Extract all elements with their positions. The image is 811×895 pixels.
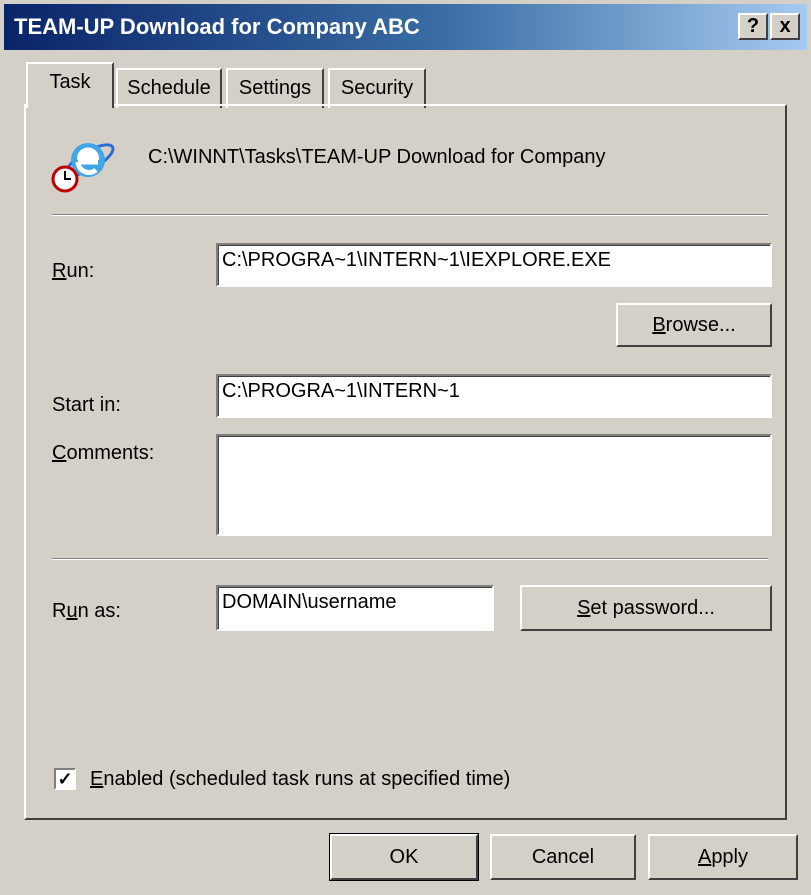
run-as-field[interactable]: DOMAIN\username [216, 585, 494, 631]
enabled-label-key: E [90, 768, 104, 790]
separator-bottom [52, 558, 768, 560]
task-properties-dialog: TEAM-UP Download for Company ABC ? x Tas… [0, 0, 811, 895]
browse-label-rest: rowse... [665, 314, 736, 336]
set-password-label-key: S [577, 597, 591, 619]
run-field[interactable]: C:\PROGRA~1\INTERN~1\IEXPLORE.EXE [216, 243, 772, 287]
help-icon: ? [746, 15, 760, 37]
run-label-rest: un: [66, 260, 95, 282]
tab-settings[interactable]: Settings [226, 68, 324, 108]
run-as-label-rest: n as: [77, 600, 121, 622]
browse-label-key: B [652, 314, 666, 336]
run-as-label-key: u [66, 600, 78, 622]
run-label: Run: [52, 260, 94, 283]
enabled-label-rest: nabled (scheduled task runs at specified… [103, 768, 511, 790]
apply-label-rest: pply [711, 846, 749, 868]
window-title: TEAM-UP Download for Company ABC [14, 14, 420, 39]
browse-button[interactable]: Browse... [616, 303, 772, 347]
title-bar[interactable]: TEAM-UP Download for Company ABC ? x [4, 4, 807, 50]
run-as-label: Run as: [52, 600, 121, 623]
tab-task-label: Task [49, 71, 91, 93]
run-label-key: R [52, 260, 67, 282]
comments-label-key: C [52, 442, 67, 464]
close-icon: x [779, 15, 791, 37]
comments-label: Comments: [52, 442, 154, 465]
start-in-field[interactable]: C:\PROGRA~1\INTERN~1 [216, 374, 772, 418]
tab-settings-label: Settings [238, 77, 312, 99]
enabled-checkbox[interactable]: ✓ [54, 768, 76, 790]
comments-field[interactable] [216, 434, 772, 536]
tab-schedule-label: Schedule [127, 77, 211, 99]
close-button[interactable]: x [770, 13, 800, 40]
tab-security-label: Security [340, 77, 414, 99]
tab-schedule[interactable]: Schedule [116, 68, 222, 108]
comments-label-rest: omments: [66, 442, 155, 464]
set-password-button[interactable]: Set password... [520, 585, 772, 631]
apply-button[interactable]: Apply [648, 834, 798, 880]
task-path: C:\WINNT\Tasks\TEAM-UP Download for Comp… [148, 146, 606, 168]
start-in-label: Start in: [52, 394, 121, 416]
checkmark-icon: ✓ [57, 769, 73, 789]
ie-scheduled-task-icon [51, 143, 115, 193]
ok-button[interactable]: OK [329, 833, 479, 881]
separator-top [52, 214, 768, 216]
apply-label-key: A [697, 846, 712, 868]
enabled-label[interactable]: Enabled (scheduled task runs at specifie… [90, 768, 510, 791]
tab-security[interactable]: Security [328, 68, 426, 108]
run-as-label-pre: R [52, 600, 67, 622]
tab-task[interactable]: Task [26, 62, 114, 108]
help-button[interactable]: ? [738, 13, 768, 40]
cancel-button[interactable]: Cancel [490, 834, 636, 880]
set-password-label-rest: et password... [590, 597, 715, 619]
